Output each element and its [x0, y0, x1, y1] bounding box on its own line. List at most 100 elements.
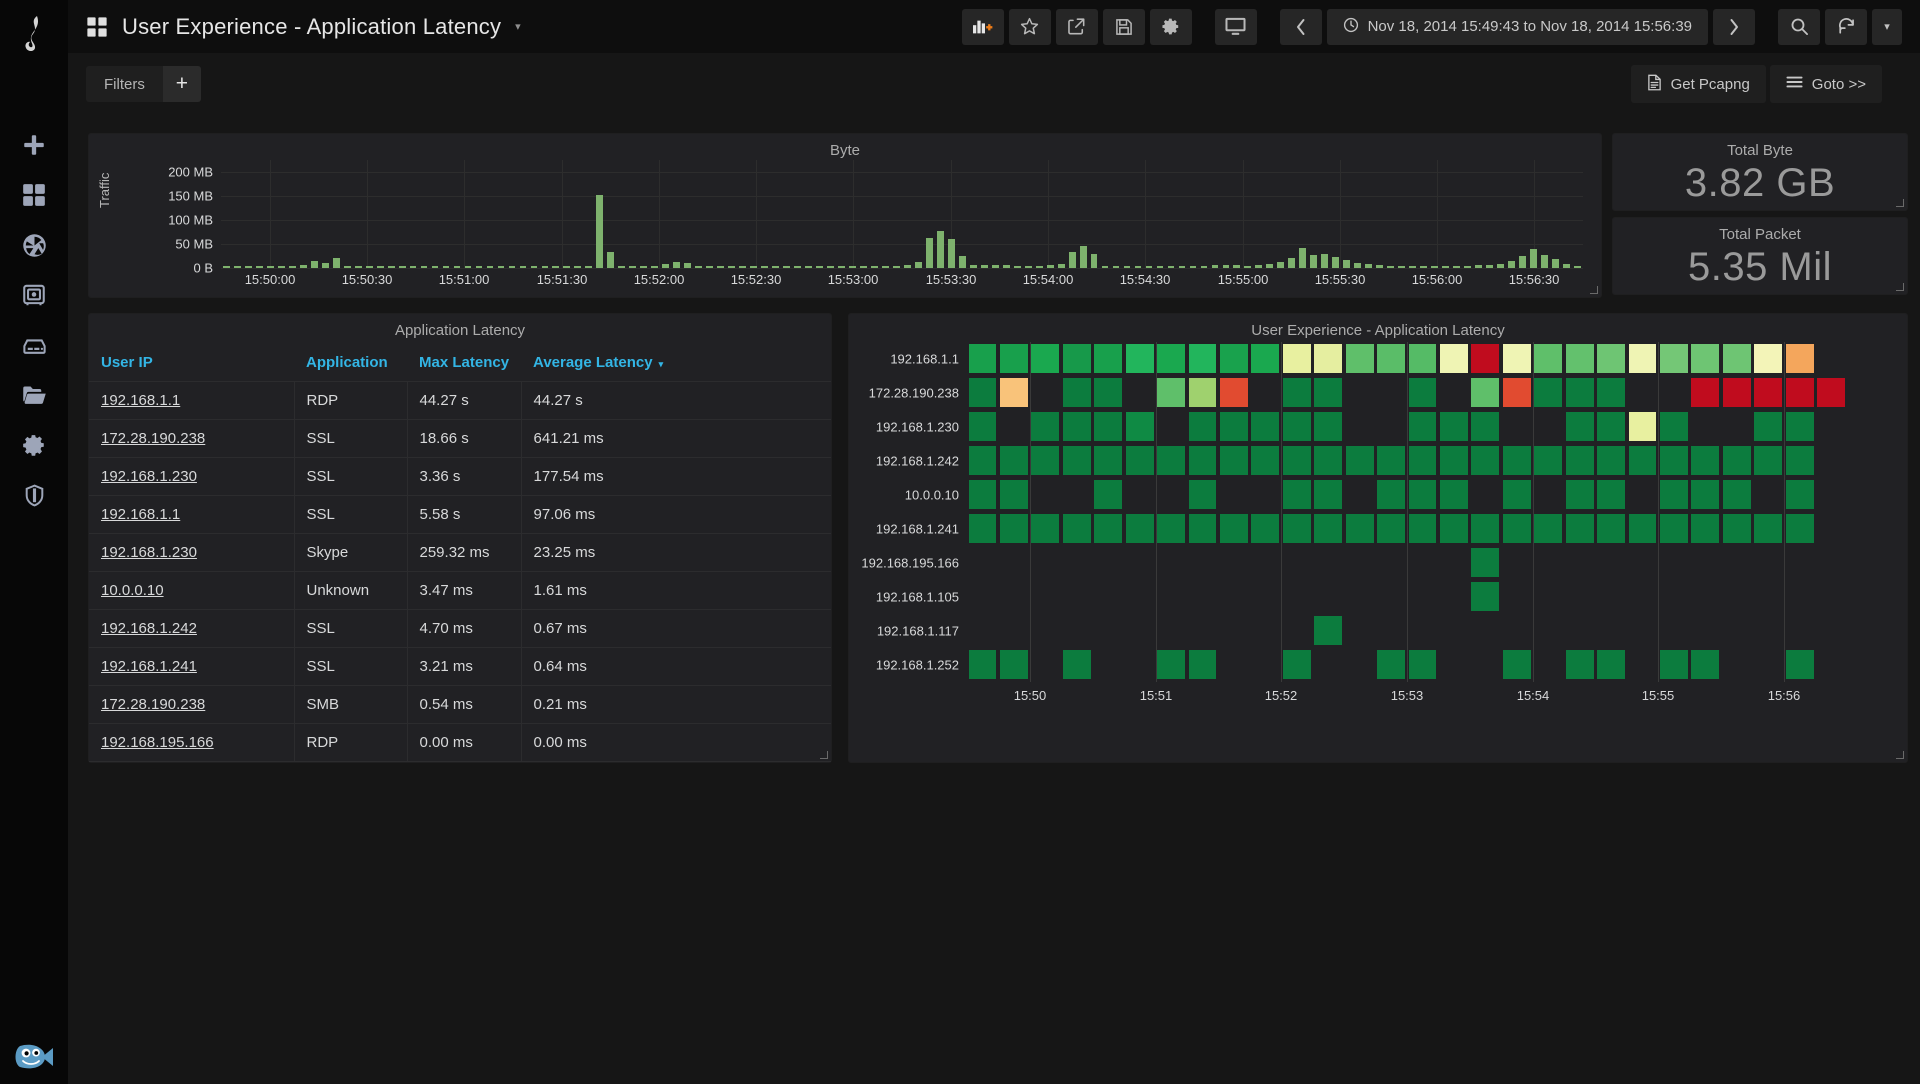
heatmap-cell[interactable] [1314, 446, 1342, 475]
sidebar-item-dashboards[interactable] [0, 170, 68, 220]
filters-label[interactable]: Filters [86, 66, 163, 102]
save-button[interactable] [1103, 9, 1145, 45]
heatmap-cell[interactable] [1786, 446, 1814, 475]
heatmap-cell[interactable] [1377, 480, 1405, 509]
heatmap-cell[interactable] [1189, 378, 1217, 407]
heatmap-cell[interactable] [969, 480, 997, 509]
heatmap-cell[interactable] [1314, 344, 1342, 373]
heatmap-cell[interactable] [1251, 514, 1279, 543]
byte-chart[interactable]: Traffic 0 B50 MB100 MB150 MB200 MB 15:50… [89, 160, 1603, 298]
heatmap-cell[interactable] [1534, 514, 1562, 543]
heatmap-cell[interactable] [1629, 514, 1657, 543]
heatmap-cell[interactable] [1660, 650, 1688, 679]
sidebar-item-vault[interactable] [0, 270, 68, 320]
heatmap-cell[interactable] [1000, 514, 1028, 543]
heatmap-cell[interactable] [1754, 344, 1782, 373]
heatmap-cell[interactable] [1000, 378, 1028, 407]
heatmap-cell[interactable] [1063, 412, 1091, 441]
heatmap-cell[interactable] [1534, 344, 1562, 373]
heatmap-cell[interactable] [1063, 650, 1091, 679]
add-panel-button[interactable] [962, 9, 1004, 45]
zoom-out-button[interactable] [1778, 9, 1820, 45]
heatmap-cell[interactable] [1566, 378, 1594, 407]
heatmap-cell[interactable] [1031, 514, 1059, 543]
user-ip-link[interactable]: 172.28.190.238 [101, 430, 205, 447]
heatmap-cell[interactable] [969, 378, 997, 407]
heatmap-cell[interactable] [1440, 344, 1468, 373]
heatmap-cell[interactable] [1377, 344, 1405, 373]
heatmap-cell[interactable] [1220, 344, 1248, 373]
heatmap-cell[interactable] [969, 446, 997, 475]
time-prev-button[interactable] [1280, 9, 1322, 45]
heatmap-cell[interactable] [1000, 480, 1028, 509]
heatmap-body[interactable]: 192.168.1.1172.28.190.238192.168.1.23019… [849, 342, 1909, 730]
heatmap-cell[interactable] [1314, 616, 1342, 645]
panel-resize-handle[interactable] [1589, 285, 1599, 295]
heatmap-cell[interactable] [1031, 344, 1059, 373]
heatmap-cell[interactable] [1660, 412, 1688, 441]
heatmap-cell[interactable] [1031, 446, 1059, 475]
heatmap-cell[interactable] [1283, 446, 1311, 475]
heatmap-cell[interactable] [1754, 412, 1782, 441]
heatmap-cell[interactable] [1377, 514, 1405, 543]
heatmap-cell[interactable] [1786, 650, 1814, 679]
user-ip-link[interactable]: 192.168.195.166 [101, 734, 214, 751]
heatmap-cell[interactable] [1283, 480, 1311, 509]
table-header-application[interactable]: Application [294, 345, 407, 382]
heatmap-cell[interactable] [969, 650, 997, 679]
heatmap-cell[interactable] [1660, 344, 1688, 373]
time-next-button[interactable] [1713, 9, 1755, 45]
heatmap-cell[interactable] [1220, 378, 1248, 407]
heatmap-cell[interactable] [1723, 446, 1751, 475]
heatmap-cell[interactable] [1283, 650, 1311, 679]
table-header-user-ip[interactable]: User IP [89, 345, 294, 382]
heatmap-cell[interactable] [1597, 378, 1625, 407]
heatmap-cell[interactable] [1754, 514, 1782, 543]
heatmap-cell[interactable] [1094, 514, 1122, 543]
heatmap-cell[interactable] [1566, 344, 1594, 373]
heatmap-cell[interactable] [1597, 514, 1625, 543]
heatmap-cell[interactable] [1691, 650, 1719, 679]
heatmap-cell[interactable] [1094, 378, 1122, 407]
heatmap-cell[interactable] [1786, 514, 1814, 543]
dashboard-dropdown-caret[interactable]: ▾ [515, 20, 521, 33]
heatmap-cell[interactable] [1471, 378, 1499, 407]
heatmap-cell[interactable] [1189, 412, 1217, 441]
heatmap-cell[interactable] [1597, 412, 1625, 441]
heatmap-cell[interactable] [1314, 412, 1342, 441]
heatmap-cell[interactable] [1157, 378, 1185, 407]
heatmap-cell[interactable] [1597, 446, 1625, 475]
heatmap-cell[interactable] [1691, 514, 1719, 543]
refresh-button[interactable] [1825, 9, 1867, 45]
panel-resize-handle[interactable] [1895, 198, 1905, 208]
heatmap-cell[interactable] [1534, 378, 1562, 407]
wireshark-fish-icon[interactable] [0, 1040, 68, 1074]
heatmap-cell[interactable] [1157, 650, 1185, 679]
sidebar-item-settings[interactable] [0, 420, 68, 470]
sidebar-item-security[interactable] [0, 470, 68, 520]
heatmap-cell[interactable] [1126, 412, 1154, 441]
heatmap-cell[interactable] [1629, 344, 1657, 373]
user-ip-link[interactable]: 192.168.1.230 [101, 468, 197, 485]
heatmap-cell[interactable] [1597, 344, 1625, 373]
heatmap-cell[interactable] [1691, 344, 1719, 373]
heatmap-cell[interactable] [1786, 344, 1814, 373]
heatmap-cell[interactable] [1786, 480, 1814, 509]
heatmap-cell[interactable] [969, 344, 997, 373]
heatmap-cell[interactable] [1377, 446, 1405, 475]
heatmap-cell[interactable] [1566, 480, 1594, 509]
heatmap-cell[interactable] [1660, 514, 1688, 543]
heatmap-cell[interactable] [1031, 412, 1059, 441]
heatmap-cell[interactable] [1754, 378, 1782, 407]
heatmap-cell[interactable] [1566, 446, 1594, 475]
heatmap-cell[interactable] [1754, 446, 1782, 475]
get-pcapng-button[interactable]: Get Pcapng [1631, 65, 1766, 103]
user-ip-link[interactable]: 192.168.1.242 [101, 620, 197, 637]
heatmap-cell[interactable] [1126, 446, 1154, 475]
panel-resize-handle[interactable] [1895, 750, 1905, 760]
heatmap-cell[interactable] [1566, 514, 1594, 543]
heatmap-cell[interactable] [1471, 514, 1499, 543]
heatmap-cell[interactable] [1597, 480, 1625, 509]
heatmap-cell[interactable] [1063, 378, 1091, 407]
heatmap-cell[interactable] [1440, 446, 1468, 475]
